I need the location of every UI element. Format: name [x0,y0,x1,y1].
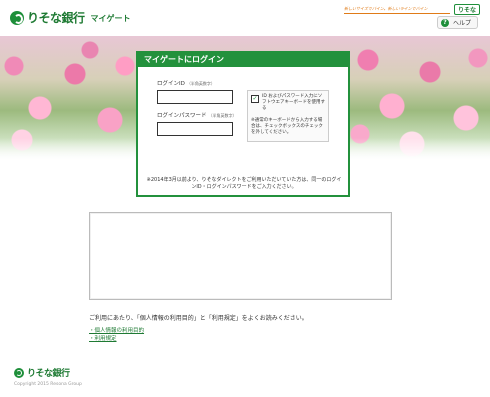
software-keyboard-checkbox[interactable]: ✓ [251,95,259,103]
login-panel: マイゲートにログイン ログインID （半角英数字） ログインパスワード （半角英数字… [136,51,350,197]
resona-logo-icon [10,10,24,25]
footer-logo: りそな銀行 [14,366,70,379]
header: りそな銀行 マイゲート 新しいサイズでバイン。新しいラインでバイン りそな ? … [0,0,490,36]
footer-bank-name: りそな銀行 [27,369,70,379]
help-label: ヘルプ [452,20,471,27]
bank-name: りそな銀行 [27,11,85,25]
keyboard-note: ※通常のキーボードから入力する場合は、チェックボックスのチェックを外してください… [251,118,323,135]
footer-logo-icon [14,367,24,378]
login-id-label-text: ログインID [157,81,185,87]
login-notice: ※2014年3月以前より、りそなダイレクトをご利用いただいていた方は、同一のログ… [146,177,342,190]
password-label: ログインパスワード （半角英数字） [157,111,237,119]
privacy-policy-link[interactable]: 個人情報の利用目的 [89,327,145,335]
terms-agree-text: ご利用にあたり、「個人情報の利用目的」と「利用規定」をよくお読みください。 [89,315,308,322]
terms-of-use-link[interactable]: 利用規定 [89,335,144,343]
copyright: Copyright 2015 Resona Group [14,382,82,387]
help-button[interactable]: ? ヘルプ [436,16,478,29]
login-id-hint: （半角英数字） [186,81,215,86]
resona-logo[interactable]: りそな銀行 マイゲート [10,9,131,26]
login-id-label: ログインID （半角英数字） [157,79,215,87]
terms-links: 個人情報の利用目的 利用規定 [89,327,145,343]
tagline-banner: 新しいサイズでバイン。新しいラインでバイン りそな [343,4,480,15]
software-keyboard-option: ✓ ID およびパスワード入力にソフトウエアキーボードを使用する ※通常のキーボ… [247,90,329,142]
tagline: 新しいサイズでバイン。新しいラインでバイン [343,6,450,14]
service-name: マイゲート [90,14,131,23]
password-hint: （半角英数字） [208,113,237,118]
software-keyboard-label: ID およびパスワード入力にソフトウエアキーボードを使用する [262,94,325,111]
login-title: マイゲートにログイン [138,53,348,67]
resona-badge: りそな [453,4,480,15]
password-label-text: ログインパスワード [157,113,207,119]
login-id-input[interactable] [157,90,233,104]
content-frame [89,212,392,300]
question-icon: ? [440,18,449,27]
password-input[interactable] [157,122,233,136]
